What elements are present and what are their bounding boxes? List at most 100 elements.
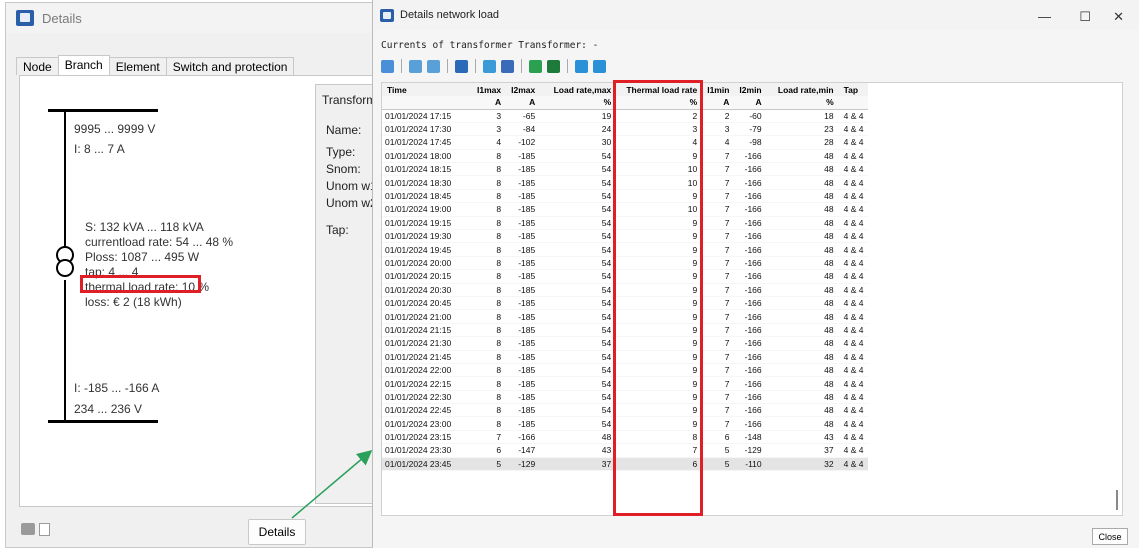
cell-time: 01/01/2024 20:30 — [382, 283, 472, 297]
tap-label: Tap: — [326, 223, 349, 237]
column-header-i1max[interactable]: I1max — [472, 83, 507, 96]
name-label: Name: — [326, 123, 362, 137]
column-header-tap[interactable]: Tap — [838, 83, 869, 96]
cell-i2min: -166 — [734, 323, 767, 338]
table-row[interactable]: 01/01/2024 22:30 8 -185 54 9 7 -166 48 4 & 4 — [382, 390, 869, 405]
table-row[interactable]: 01/01/2024 18:15 8 -185 54 10 7 -166 48 4 & 4 — [382, 162, 869, 177]
chart-icon-2[interactable] — [427, 59, 440, 73]
table-row[interactable]: 01/01/2024 20:00 8 -185 54 9 7 -166 48 4 & 4 — [382, 256, 869, 271]
table-row[interactable]: 01/01/2024 21:00 8 -185 54 9 7 -166 48 4 & 4 — [382, 309, 869, 324]
cell-i1max: 8 — [472, 175, 507, 190]
cell-load-rate-min: 48 — [766, 202, 839, 217]
cell-i1min: 7 — [702, 162, 735, 177]
column-header-time[interactable]: Time — [382, 83, 472, 96]
vertical-scrollbar[interactable] — [1116, 490, 1118, 510]
column-header-i2max[interactable]: I2max — [506, 83, 541, 96]
cell-tap: 4 & 4 — [838, 363, 869, 378]
column-header-load-rate-max[interactable]: Load rate,max — [540, 83, 617, 96]
table-row[interactable]: 01/01/2024 19:00 8 -185 54 10 7 -166 48 4 & 4 — [382, 202, 869, 217]
table-row[interactable]: 01/01/2024 19:45 8 -185 54 9 7 -166 48 4 & 4 — [382, 242, 869, 257]
table-row[interactable]: 01/01/2024 22:45 8 -185 54 9 7 -166 48 4 & 4 — [382, 403, 869, 418]
table-row[interactable]: 01/01/2024 23:00 8 -185 54 9 7 -166 48 4 & 4 — [382, 416, 869, 431]
cell-tap: 4 & 4 — [838, 189, 869, 204]
table-row[interactable]: 01/01/2024 22:15 8 -185 54 9 7 -166 48 4 & 4 — [382, 376, 869, 391]
export-icon[interactable] — [575, 59, 588, 73]
filter-icon[interactable] — [455, 59, 468, 73]
column-header-i1min[interactable]: I1min — [702, 83, 735, 96]
table-row[interactable]: 01/01/2024 22:00 8 -185 54 9 7 -166 48 4 & 4 — [382, 363, 869, 378]
details-window: Details Node Branch Element Switch and p… — [5, 2, 383, 548]
cell-time: 01/01/2024 20:00 — [382, 256, 472, 271]
cell-i2min: -166 — [734, 149, 767, 164]
excel-icon[interactable] — [547, 59, 560, 73]
cell-i1max: 8 — [472, 363, 507, 378]
column-icon[interactable] — [529, 59, 542, 73]
network-load-table-area[interactable]: Time I1max I2max Load rate,max Thermal load … — [381, 82, 1123, 516]
table-row[interactable]: 01/01/2024 21:30 8 -185 54 9 7 -166 48 4 & 4 — [382, 336, 869, 351]
top-current: I: 8 ... 7 A — [74, 142, 125, 156]
cell-tap: 4 & 4 — [838, 162, 869, 177]
cell-i1max: 8 — [472, 269, 507, 284]
cell-i2max: -185 — [506, 149, 541, 164]
cell-time: 01/01/2024 23:45 — [382, 457, 472, 472]
cell-i1min: 3 — [702, 122, 735, 137]
table-row[interactable]: 01/01/2024 21:15 8 -185 54 9 7 -166 48 4 & 4 — [382, 323, 869, 338]
cell-load-rate-min: 48 — [766, 296, 839, 311]
toolbar-separator — [475, 59, 476, 73]
tab-switch-and-protection[interactable]: Switch and protection — [165, 57, 295, 75]
copy-icon[interactable] — [39, 523, 50, 536]
table-row[interactable]: 01/01/2024 21:45 8 -185 54 9 7 -166 48 4 & 4 — [382, 350, 869, 364]
table-row[interactable]: 01/01/2024 20:15 8 -185 54 9 7 -166 48 4 & 4 — [382, 269, 869, 284]
cell-i2max: -185 — [506, 189, 541, 204]
cell-tap: 4 & 4 — [838, 283, 869, 297]
maximize-icon[interactable]: ☐ — [1079, 9, 1091, 25]
column-header-load-rate-min[interactable]: Load rate,min — [766, 83, 839, 96]
table-row[interactable]: 01/01/2024 20:45 8 -185 54 9 7 -166 48 4 & 4 — [382, 296, 869, 311]
table-row[interactable]: 01/01/2024 17:15 3 -65 19 2 2 -60 18 4 & 4 — [382, 109, 869, 123]
table-row[interactable]: 01/01/2024 23:15 7 -166 48 8 6 -148 43 4 & 4 — [382, 430, 869, 445]
table-icon[interactable] — [483, 59, 496, 73]
tab-branch[interactable]: Branch — [57, 55, 110, 76]
table-row[interactable]: 01/01/2024 18:45 8 -185 54 9 7 -166 48 4 & 4 — [382, 189, 869, 204]
table-row[interactable]: 01/01/2024 17:45 4 -102 30 4 4 -98 28 4 & 4 — [382, 135, 869, 150]
close-icon[interactable]: ✕ — [1113, 9, 1124, 25]
details-button[interactable]: Details — [248, 519, 306, 545]
tab-element[interactable]: Element — [108, 57, 167, 75]
cell-i1max: 5 — [472, 457, 507, 472]
tab-node[interactable]: Node — [16, 57, 59, 75]
cell-i2max: -185 — [506, 309, 541, 324]
column-header-thermal-load-rate[interactable]: Thermal load rate — [616, 83, 703, 96]
close-button[interactable]: Close — [1092, 528, 1128, 545]
table-row[interactable]: 01/01/2024 18:30 8 -185 54 10 7 -166 48 4 & 4 — [382, 175, 869, 190]
cell-i2max: -185 — [506, 269, 541, 284]
cell-i1min: 6 — [702, 430, 735, 445]
cell-i1max: 8 — [472, 309, 507, 324]
cell-thermal-load-rate: 6 — [616, 457, 703, 472]
table-row[interactable]: 01/01/2024 17:30 3 -84 24 3 3 -79 23 4 & 4 — [382, 122, 869, 137]
cell-tap: 4 & 4 — [838, 202, 869, 217]
details-window-title: Details — [42, 10, 82, 26]
table-row[interactable]: 01/01/2024 23:45 5 -129 37 6 5 -110 32 4 & 4 — [382, 457, 869, 472]
bottom-current: I: -185 ... -166 A — [74, 381, 160, 395]
chart-icon[interactable] — [409, 59, 422, 73]
cell-i2max: -185 — [506, 283, 541, 297]
cell-load-rate-max: 54 — [540, 269, 617, 284]
cell-thermal-load-rate: 9 — [616, 256, 703, 271]
table-row[interactable]: 01/01/2024 18:00 8 -185 54 9 7 -166 48 4 & 4 — [382, 149, 869, 164]
unit-i2max: A — [506, 96, 541, 110]
square-icon[interactable] — [501, 59, 514, 73]
import-icon[interactable] — [593, 59, 606, 73]
cell-i2min: -166 — [734, 256, 767, 271]
cell-i2min: -166 — [734, 229, 767, 244]
type-label: Type: — [326, 145, 356, 159]
table-row[interactable]: 01/01/2024 19:30 8 -185 54 9 7 -166 48 4 & 4 — [382, 229, 869, 244]
printer-icon[interactable] — [21, 523, 35, 535]
minimize-icon[interactable]: — — [1038, 9, 1051, 24]
table-row[interactable]: 01/01/2024 20:30 8 -185 54 9 7 -166 48 4 & 4 — [382, 283, 869, 297]
column-header-i2min[interactable]: I2min — [734, 83, 767, 96]
grid-icon[interactable] — [381, 59, 394, 73]
cell-time: 01/01/2024 23:00 — [382, 416, 472, 431]
table-row[interactable]: 01/01/2024 19:15 8 -185 54 9 7 -166 48 4 & 4 — [382, 216, 869, 231]
cell-thermal-load-rate: 3 — [616, 122, 703, 137]
table-row[interactable]: 01/01/2024 23:30 6 -147 43 7 5 -129 37 4 & 4 — [382, 443, 869, 458]
